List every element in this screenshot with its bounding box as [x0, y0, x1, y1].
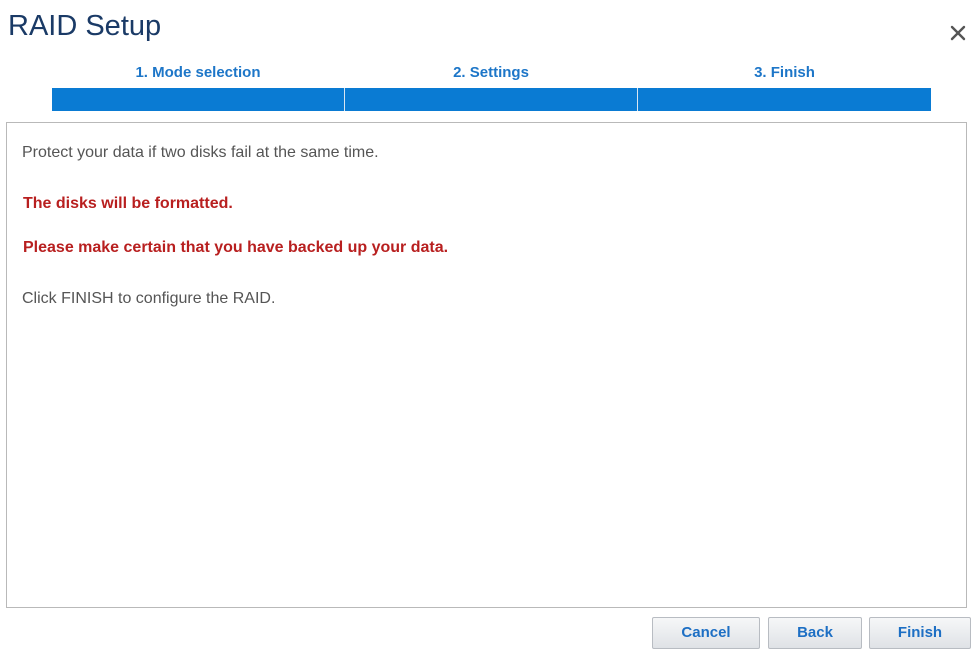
- content-panel: Protect your data if two disks fail at t…: [6, 122, 967, 608]
- finish-button[interactable]: Finish: [869, 617, 971, 649]
- step-divider: [344, 88, 345, 111]
- raid-setup-dialog: RAID Setup 1. Mode selection 2. Settings…: [0, 0, 975, 655]
- step-label: 3. Finish: [754, 64, 815, 81]
- step-label: 1. Mode selection: [135, 64, 261, 81]
- step-label: 2. Settings: [453, 64, 529, 81]
- instruction-text: Click FINISH to configure the RAID.: [22, 290, 276, 307]
- description-text: Protect your data if two disks fail at t…: [22, 144, 379, 161]
- format-warning: The disks will be formatted.: [23, 195, 233, 212]
- step-finish: 3. Finish: [638, 63, 931, 111]
- close-icon: [950, 25, 966, 41]
- cancel-button[interactable]: Cancel: [652, 617, 760, 649]
- step-progress-bar: [52, 88, 344, 111]
- step-divider: [637, 88, 638, 111]
- dialog-title: RAID Setup: [8, 10, 162, 42]
- back-button[interactable]: Back: [768, 617, 862, 649]
- step-mode-selection: 1. Mode selection: [52, 63, 344, 111]
- close-button[interactable]: [945, 18, 973, 46]
- step-settings: 2. Settings: [345, 63, 637, 111]
- backup-warning: Please make certain that you have backed…: [23, 239, 449, 256]
- step-progress-bar: [345, 88, 637, 111]
- wizard-steps: 1. Mode selection 2. Settings 3. Finish: [52, 63, 931, 111]
- step-progress-bar: [638, 88, 931, 111]
